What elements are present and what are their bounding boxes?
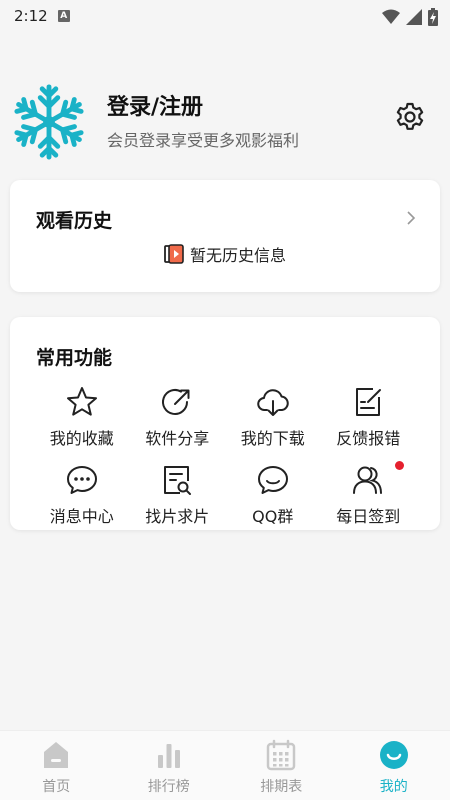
feedback-label: 反馈报错 (336, 429, 401, 448)
share-app-button[interactable]: 软件分享 (130, 385, 226, 455)
nav-mine[interactable]: 我的 (338, 731, 450, 800)
notification-icon: A (57, 10, 70, 22)
watch-history-card[interactable]: 观看历史 暂无历史信息 (10, 180, 440, 292)
home-icon (44, 742, 69, 768)
gear-icon[interactable] (394, 101, 426, 133)
feedback-icon (356, 388, 382, 416)
my-downloads-label: 我的下载 (240, 429, 305, 448)
signal-icon (406, 9, 422, 25)
request-movie-button[interactable]: 找片求片 (130, 463, 226, 533)
nav-schedule-label: 排期表 (260, 779, 303, 795)
chat-group-icon (257, 466, 288, 494)
profile-smile-icon (379, 741, 408, 769)
status-icons (382, 8, 438, 26)
nav-mine-label: 我的 (379, 779, 408, 795)
message-center-label: 消息中心 (49, 507, 114, 526)
feedback-button[interactable]: 反馈报错 (321, 385, 417, 455)
daily-checkin-button[interactable]: 每日签到 (321, 461, 417, 533)
favorites-button[interactable]: 我的收藏 (34, 385, 130, 455)
history-empty-state: 暂无历史信息 (10, 242, 440, 266)
profile-header: 登录/注册 会员登录享受更多观影福利 (0, 75, 450, 165)
new-badge (395, 461, 404, 470)
nav-schedule[interactable]: 排期表 (225, 731, 338, 800)
share-icon (162, 389, 190, 415)
nav-ranking-label: 排行榜 (147, 779, 190, 795)
daily-checkin-label: 每日签到 (336, 507, 401, 526)
login-subtitle: 会员登录享受更多观影福利 (107, 131, 300, 150)
message-icon (66, 466, 97, 494)
nav-ranking[interactable]: 排行榜 (113, 731, 226, 800)
chevron-right-icon[interactable] (406, 210, 416, 226)
qq-group-button[interactable]: QQ群 (225, 463, 321, 533)
functions-grid: 我的收藏 软件分享 我的下载 反馈报错 消息中心 找片求片 QQ群 每日签到 (34, 385, 416, 533)
wifi-icon (382, 9, 400, 24)
video-book-icon (164, 244, 184, 264)
request-movie-label: 找片求片 (145, 507, 210, 526)
status-bar: 2:12 A (0, 0, 450, 32)
common-functions-title: 常用功能 (36, 347, 113, 369)
nav-home[interactable]: 首页 (0, 731, 113, 800)
share-app-label: 软件分享 (145, 429, 210, 448)
calendar-icon (267, 739, 296, 771)
ranking-icon (157, 744, 180, 768)
bottom-navigation: 首页 排行榜 排期表 我的 (0, 730, 450, 800)
common-functions-card: 常用功能 我的收藏 软件分享 我的下载 反馈报错 消息中心 找片求片 QQ群 每… (10, 317, 440, 530)
star-icon (66, 387, 97, 416)
users-icon (353, 466, 383, 494)
favorites-label: 我的收藏 (49, 429, 114, 448)
status-time: 2:12 (14, 7, 48, 25)
nav-home-label: 首页 (42, 779, 71, 795)
message-center-button[interactable]: 消息中心 (34, 463, 130, 533)
watch-history-title: 观看历史 (36, 210, 113, 232)
login-register-link[interactable]: 登录/注册 (107, 89, 203, 121)
search-document-icon (164, 466, 192, 495)
cloud-download-icon (257, 389, 289, 416)
qq-group-label: QQ群 (252, 507, 294, 526)
my-downloads-button[interactable]: 我的下载 (225, 385, 321, 455)
history-empty-text: 暂无历史信息 (189, 246, 286, 265)
battery-icon (428, 8, 438, 26)
snowflake-avatar-icon[interactable] (10, 83, 88, 161)
